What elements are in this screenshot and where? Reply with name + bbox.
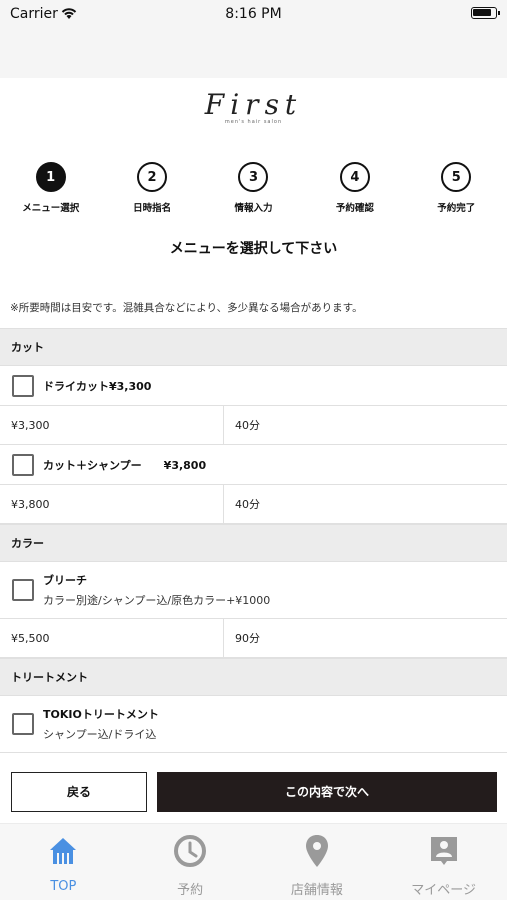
step-complete: 5 予約完了 [406,160,507,220]
menu-item-description: シャンプー込/ドライ込 [43,728,157,741]
menu-item-price: ¥5,500 [0,619,224,657]
menu-item-name: ブリーチ [43,574,87,587]
logo-tagline: men's hair salon [224,119,283,125]
menu-item-cut-shampoo[interactable]: カット＋シャンプー ¥3,800 [0,445,507,485]
menu-item-checkbox[interactable] [12,579,34,601]
step-number: 5 [441,162,472,192]
menu-item-price: ¥3,800 [0,485,224,523]
step-label: 情報入力 [234,203,273,214]
step-number: 4 [339,162,370,192]
tab-label: TOP [50,879,77,894]
menu-item-text: カット＋シャンプー ¥3,800 [43,457,206,473]
menu-list: カット ドライカット¥3,300 ¥3,300 40分 カット＋シャンプー ¥3… [0,328,507,753]
status-bar: Carrier 8:16 PM [0,0,507,30]
salon-logo: First men's hair salon [0,88,507,125]
back-button[interactable]: 戻る [11,772,147,812]
menu-item-tokio-treatment[interactable]: TOKIOトリートメント シャンプー込/ドライ込 [0,696,507,753]
menu-item-bleach[interactable]: ブリーチ カラー別途/シャンプー込/原色カラー+¥1000 [0,562,507,619]
menu-item-checkbox[interactable] [12,453,34,476]
menu-item-text: TOKIOトリートメント シャンプー込/ドライ込 [43,706,159,742]
step-confirm: 4 予約確認 [304,160,405,220]
tab-mypage[interactable]: マイページ [380,824,507,900]
menu-item-text: ブリーチ カラー別途/シャンプー込/原色カラー+¥1000 [43,572,270,608]
step-datetime: 2 日時指名 [101,160,202,220]
step-number: 3 [238,162,269,192]
tab-reservation[interactable]: 予約 [127,824,254,900]
step-menu-selection: 1 メニュー選択 [0,160,101,220]
tab-label: マイページ [411,883,476,898]
menu-item-duration: 40分 [235,498,260,511]
step-label: 予約確認 [335,203,374,214]
menu-item-dry-cut[interactable]: ドライカット¥3,300 [0,366,507,406]
tab-label: 予約 [177,883,204,898]
battery-icon [471,7,500,19]
duration-note: ※所要時間は目安です。混雑具合などにより、多少異なる場合があります。 [10,302,363,314]
category-header-color: カラー [0,524,507,562]
step-info-input: 3 情報入力 [203,160,304,220]
menu-item-text: ドライカット¥3,300 [43,378,151,394]
menu-item-duration: 40分 [235,419,260,432]
menu-item-checkbox[interactable] [12,713,34,735]
home-icon [0,833,127,869]
step-label: メニュー選択 [22,203,80,214]
next-button[interactable]: この内容で次へ [157,772,497,812]
menu-item-name: ドライカット¥3,300 [43,379,152,393]
action-bar: 戻る この内容で次へ [0,765,507,823]
progress-steps: 1 メニュー選択 2 日時指名 3 情報入力 4 予約確認 5 予約完了 [0,160,507,220]
clock-time: 8:16 PM [225,6,282,22]
step-number: 1 [35,162,66,192]
category-header-cut: カット [0,328,507,366]
menu-item-checkbox[interactable] [12,374,34,397]
menu-item-description: カラー別途/シャンプー込/原色カラー+¥1000 [43,594,271,607]
menu-item-details: ¥5,500 90分 [0,619,507,658]
nav-spacer [0,30,507,78]
menu-item-duration: 90分 [235,632,260,645]
menu-item-details: ¥3,300 40分 [0,406,507,445]
user-badge-icon [380,833,507,869]
step-label: 日時指名 [133,203,172,214]
tab-label: 店舗情報 [290,883,343,898]
menu-item-name: TOKIOトリートメント [43,708,159,721]
category-header-treatment: トリートメント [0,658,507,696]
step-number: 2 [137,162,168,192]
clock-icon [127,833,254,869]
tab-store-info[interactable]: 店舗情報 [254,824,381,900]
tab-bar: TOP 予約 店舗情報 マイページ [0,823,507,900]
menu-item-name: カット＋シャンプー ¥3,800 [43,458,207,472]
menu-item-details: ¥3,800 40分 [0,485,507,524]
step-label: 予約完了 [437,203,476,214]
page-title: メニューを選択して下さい [169,241,338,257]
map-pin-icon [254,833,381,869]
tab-top[interactable]: TOP [0,824,127,900]
logo-wordmark: First [204,88,303,121]
menu-item-price: ¥3,300 [0,406,224,444]
